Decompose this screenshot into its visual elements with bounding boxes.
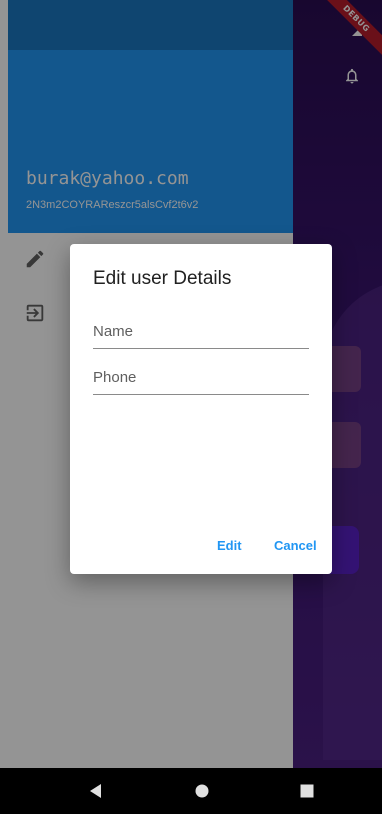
phone-field[interactable] [93, 362, 309, 395]
recents-icon[interactable] [297, 781, 317, 801]
name-input[interactable] [93, 316, 309, 346]
back-icon[interactable] [86, 781, 106, 801]
home-icon[interactable] [192, 781, 212, 801]
name-field[interactable] [93, 316, 309, 349]
system-navigation-bar [0, 768, 382, 814]
cancel-button[interactable]: Cancel [274, 538, 317, 553]
edit-button[interactable]: Edit [217, 538, 242, 553]
phone-input[interactable] [93, 362, 309, 392]
device-screen: burak@yahoo.com 2N3m2COYRAReszcr5alsCvf2… [0, 0, 382, 814]
edit-user-dialog: Edit user Details Edit Cancel [70, 244, 332, 574]
dialog-title: Edit user Details [93, 268, 232, 289]
